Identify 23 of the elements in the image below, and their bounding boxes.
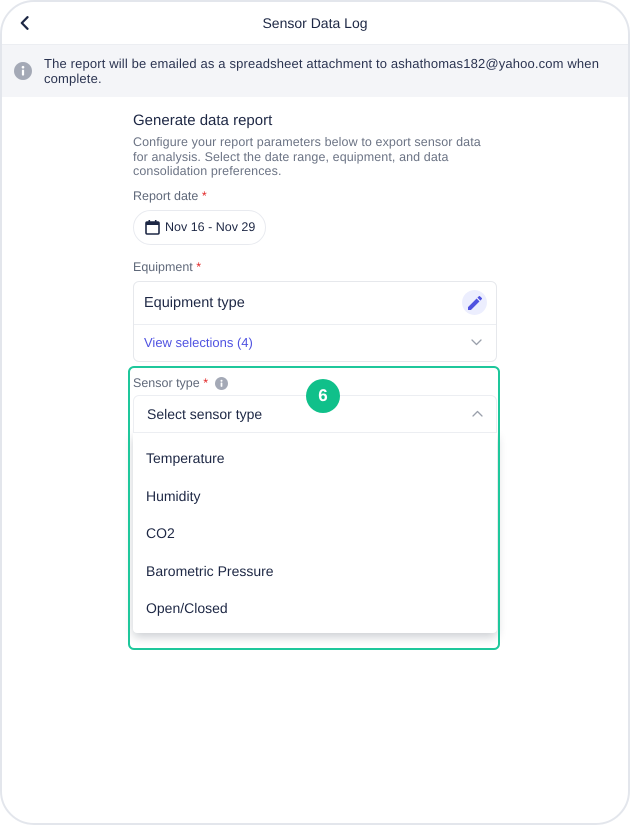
view-selections-link[interactable]: View selections (4) bbox=[144, 335, 253, 350]
field-label: Equipment * bbox=[133, 260, 202, 274]
dropdown-option[interactable]: CO2 bbox=[133, 514, 497, 552]
chevron-down-icon bbox=[471, 339, 482, 346]
chevron-left-icon bbox=[20, 16, 28, 30]
dropdown-option[interactable]: Open/Closed bbox=[133, 590, 497, 627]
equipment-value: Equipment type bbox=[144, 294, 245, 310]
pencil-icon bbox=[468, 296, 482, 310]
dropdown-option[interactable]: Humidity bbox=[133, 477, 497, 514]
date-range-button[interactable]: Nov 16 - Nov 29 bbox=[133, 210, 266, 244]
chevron-up-icon bbox=[472, 410, 483, 416]
section-heading: Generate data report bbox=[133, 112, 274, 130]
calendar-icon bbox=[145, 220, 160, 234]
dropdown-option[interactable]: Temperature bbox=[133, 440, 497, 477]
info-message: The report will be emailed as a spreadsheet attachment to ashathomas182@yahoo.com when complete. bbox=[44, 56, 600, 86]
callout-number: 6 bbox=[306, 378, 340, 412]
edit-button[interactable] bbox=[462, 290, 487, 315]
page-title: Sensor Data Log bbox=[262, 15, 368, 31]
info-icon bbox=[14, 62, 32, 80]
section-description: Configure your report parameters below to export sensor data for analysis. Select the date range, equipment, and data consolidation preferences. bbox=[133, 135, 482, 178]
field-label: Sensor type * bbox=[133, 376, 208, 390]
field-label: Report date * bbox=[133, 188, 207, 202]
dropdown-option[interactable]: Barometric Pressure bbox=[133, 552, 497, 590]
